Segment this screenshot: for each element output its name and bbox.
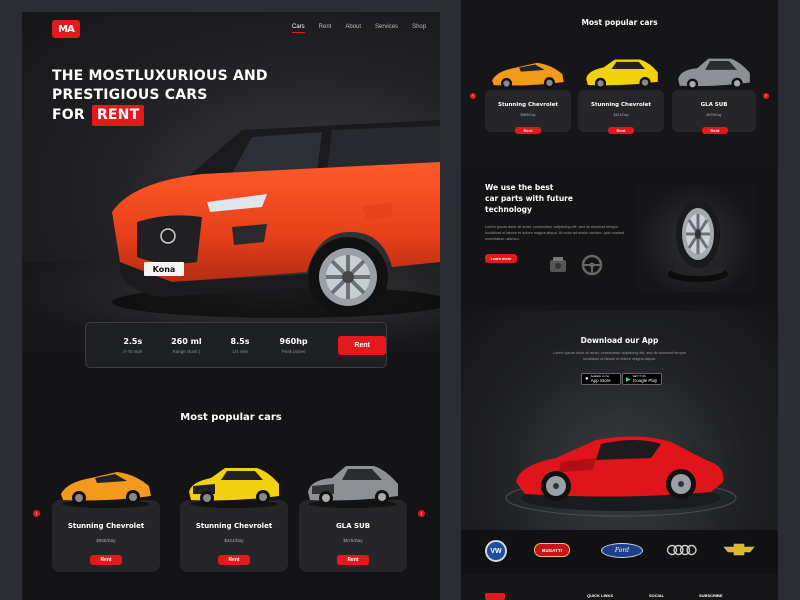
hero-title-line3: FOR (52, 107, 85, 123)
performance-stats-bar: 2.5s 0-70 mph 260 ml Range (East.) 8.5s … (85, 322, 387, 368)
car-card-price: $965/Day (96, 538, 116, 543)
car-card-name: Stunning Chevrolet (195, 522, 273, 530)
car-image-silver (308, 466, 398, 508)
engine-icon (550, 257, 566, 272)
car-image-orange (61, 472, 151, 508)
nav-item-services[interactable]: Services (375, 24, 398, 33)
car-card-price: $421/Day (613, 113, 629, 117)
car-card-rent-button[interactable]: Rent (608, 127, 634, 134)
landing-page-left: MA Cars Rent About Services Shop THE MOS… (22, 12, 440, 600)
technology-heading-line2: car parts with future (485, 194, 573, 203)
carousel-prev-icon[interactable]: ‹ (33, 510, 40, 517)
car-card-name: GLA SUB (700, 102, 728, 108)
play-icon: ▶ (626, 376, 631, 383)
bugatti-logo: BUGATTI (534, 543, 570, 557)
stat-value: 960hp (279, 336, 308, 346)
brand-logos-strip: VW BUGATTI Ford (461, 530, 778, 575)
car-card[interactable]: Stunning Chevrolet $965/Day Rent (485, 90, 571, 134)
footer-logo[interactable] (485, 593, 505, 600)
stat-label: 0-70 mph (123, 348, 143, 354)
car-card[interactable]: Stunning Chevrolet $421/Day Rent (180, 500, 288, 572)
carousel-prev-icon[interactable]: ‹ (470, 93, 476, 99)
app-store-label: App Store (590, 378, 611, 383)
hero-title-line2: PRESTIGIOUS CARS (52, 87, 208, 103)
car-card-rent-button[interactable]: Rent (515, 127, 541, 134)
hero-car-image: Kona (112, 120, 440, 318)
footer-subscribe: SUBSCRIBE (699, 593, 723, 598)
popular-cars-title: Most popular cars (180, 412, 282, 423)
popular-cars-title-2: Most popular cars (581, 18, 658, 27)
car-card[interactable]: Stunning Chevrolet $965/Day Rent (52, 500, 160, 572)
car-card-price: $965/Day (520, 113, 536, 117)
sports-car-image (505, 436, 737, 517)
nav-item-rent[interactable]: Rent (319, 24, 332, 33)
ford-logo: Ford (601, 543, 643, 558)
nav-item-shop[interactable]: Shop (412, 24, 426, 33)
car-card-price: $421/Day (224, 538, 244, 543)
brand-logo[interactable]: MA (52, 20, 80, 38)
stat-label: Peak power (281, 348, 306, 354)
technology-heading-line3: technology (485, 205, 532, 214)
hero-title-line1: THE MOSTLUXURIOUS AND (52, 68, 268, 84)
car-card-rent-button[interactable]: Rent (90, 555, 122, 565)
stat-value: 8.5s (230, 336, 250, 346)
car-card-name: Stunning Chevrolet (67, 522, 145, 530)
top-nav: Cars Rent About Services Shop (292, 24, 426, 33)
car-card-name: GLA SUB (335, 522, 371, 530)
car-card-name: Stunning Chevrolet (591, 102, 651, 108)
technology-section: We use the best car parts with future te… (461, 170, 778, 305)
car-card[interactable]: Stunning Chevrolet $421/Day Rent (578, 90, 664, 134)
car-card[interactable]: GLA SUB $575/Day Rent (672, 90, 756, 134)
footer-social: SOCIAL (649, 593, 665, 598)
car-image-yellow (189, 468, 279, 508)
stat-label: 1/4 mile (232, 348, 248, 354)
carousel-next-icon[interactable]: › (763, 93, 769, 99)
footer-quick-links: QUICK LINKS (587, 593, 613, 598)
apple-icon: ● (585, 376, 589, 382)
technology-heading-line1: We use the best (485, 183, 554, 192)
download-app-section: Download our App Lorem ipsum dolor sit a… (461, 310, 778, 530)
stat-item: 2.5s 0-70 mph (106, 337, 160, 354)
car-card-rent-button[interactable]: Rent (337, 555, 369, 565)
car-card[interactable]: GLA SUB $575/Day Rent (299, 500, 407, 572)
nav-item-cars[interactable]: Cars (292, 24, 305, 33)
car-card-rent-button[interactable]: Rent (218, 555, 250, 565)
carousel-next-icon[interactable]: › (418, 510, 425, 517)
car-card-price: $575/Day (343, 538, 363, 543)
google-play-button[interactable]: ▶ GET IT ON Google Play (622, 373, 662, 385)
google-play-label: Google Play (632, 378, 658, 383)
technology-body: Lorem ipsum dolor sit amet, consectetur … (485, 225, 625, 241)
car-image-yellow (586, 59, 658, 89)
car-image-silver (678, 58, 750, 90)
vw-logo: VW (485, 540, 507, 562)
car-card-name: Stunning Chevrolet (498, 102, 558, 108)
stat-item: 960hp Peak power (267, 337, 321, 354)
license-plate-text: Kona (153, 265, 176, 274)
steering-wheel-icon (581, 254, 603, 276)
download-app-body: Lorem ipsum dolor sit amet, consectetur … (552, 351, 687, 361)
car-card-rent-button[interactable]: Rent (702, 127, 728, 134)
stat-label: Range (East.) (172, 348, 201, 354)
alloy-wheel-image (668, 200, 728, 282)
nav-item-about[interactable]: About (345, 24, 361, 33)
app-store-button[interactable]: ● Available on the App Store (581, 373, 621, 385)
car-image-orange (492, 62, 564, 90)
landing-page-right: Most popular cars ‹ › Stunning Chevrolet… (461, 0, 778, 600)
stat-value: 2.5s (123, 336, 143, 346)
download-app-title: Download our App (580, 336, 659, 345)
audi-logo (666, 544, 697, 556)
hero-section: MA Cars Rent About Services Shop THE MOS… (22, 12, 440, 352)
stat-item: 8.5s 1/4 mile (213, 337, 267, 354)
learn-more-button[interactable]: Learn more (485, 254, 517, 263)
stat-value: 260 ml (171, 336, 202, 346)
car-card-price: $575/Day (706, 113, 722, 117)
technology-heading: We use the best car parts with future te… (485, 182, 573, 215)
hero-rent-button[interactable]: Rent (338, 335, 387, 355)
stat-item: 260 ml Range (East.) (160, 337, 214, 354)
chevrolet-logo (723, 543, 755, 556)
